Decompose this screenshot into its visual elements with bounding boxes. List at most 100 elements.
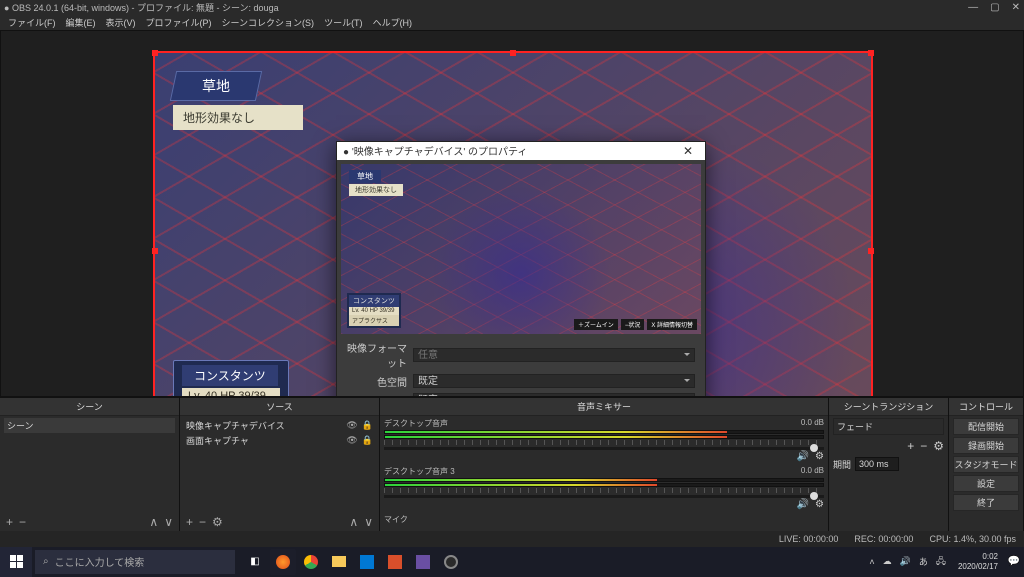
status-live: LIVE: 00:00:00: [779, 534, 839, 544]
transitions-header: シーントランジション: [829, 398, 948, 416]
menu-profile[interactable]: プロファイル(P): [144, 16, 214, 29]
video-format-label: 映像フォーマット: [347, 340, 407, 370]
clock[interactable]: 0:022020/02/17: [952, 552, 1004, 572]
add-scene-icon[interactable]: +: [4, 515, 15, 529]
color-range-label: 色範囲: [347, 393, 407, 398]
ime-icon[interactable]: あ: [919, 555, 928, 568]
speaker-icon[interactable]: 🔊: [797, 499, 809, 510]
add-source-icon[interactable]: +: [184, 515, 195, 529]
dialog-logo-icon: ●: [343, 147, 349, 158]
volume-slider[interactable]: [384, 495, 824, 498]
app-icon[interactable]: [410, 549, 436, 575]
menubar: ファイル(F) 編集(E) 表示(V) プロファイル(P) シーンコレクション(…: [0, 16, 1024, 30]
volume-slider[interactable]: [384, 447, 824, 450]
char-stats: Lv. 40 HP 39/39: [182, 388, 280, 398]
mixer-track: デスクトップ音声 30.0 dB 🔊⚙: [384, 466, 824, 510]
network-icon[interactable]: 🖧: [936, 554, 946, 570]
tray-up-icon[interactable]: ˄: [869, 557, 874, 567]
status-rec: REC: 00:00:00: [854, 534, 913, 544]
studio-mode-button[interactable]: スタジオモード: [953, 456, 1019, 473]
controls-panel: コントロール 配信開始 録画開始 スタジオモード 設定 終了: [949, 398, 1024, 531]
preview-area[interactable]: 草地 地形効果なし コンスタンツ Lv. 40 HP 39/39 アプラクサス …: [0, 30, 1024, 398]
audio-meter: [384, 430, 824, 434]
obs-icon[interactable]: [438, 549, 464, 575]
search-box[interactable]: ⌕ここに入力して検索: [35, 550, 235, 574]
close-icon[interactable]: ✕: [1012, 2, 1020, 13]
taskbar: ⌕ここに入力して検索 ◧ ˄ ☁ 🔊 あ 🖧 0:022020/02/17 💬: [0, 547, 1024, 577]
dialog-close-icon[interactable]: ✕: [677, 144, 699, 158]
transitions-panel: シーントランジション フェード +−⚙ 期間 300 ms: [829, 398, 949, 531]
store-icon[interactable]: [354, 549, 380, 575]
eye-icon[interactable]: 👁: [346, 435, 357, 446]
remove-transition-icon[interactable]: −: [920, 439, 927, 453]
start-button[interactable]: [0, 547, 32, 577]
video-format-select[interactable]: 任意: [413, 348, 695, 362]
minimize-icon[interactable]: —: [968, 2, 978, 13]
eye-icon[interactable]: 👁: [346, 420, 357, 431]
window-title: OBS 24.0.1 (64-bit, windows) - プロファイル: 無…: [12, 1, 968, 14]
settings-button[interactable]: 設定: [953, 475, 1019, 492]
gear-icon[interactable]: ⚙: [815, 451, 824, 462]
obs-logo-icon: ●: [4, 3, 9, 13]
character-card: コンスタンツ Lv. 40 HP 39/39 アプラクサス: [173, 360, 289, 398]
dialog-title: '映像キャプチャデバイス' のプロパティ: [352, 147, 528, 158]
scene-item[interactable]: シーン: [4, 418, 175, 433]
mixer-track: デスクトップ音声0.0 dB 🔊⚙: [384, 418, 824, 462]
mixer-header: 音声ミキサー: [380, 398, 828, 416]
properties-dialog: ● '映像キャプチャデバイス' のプロパティ ✕ 草地 地形効果なし コンスタン…: [336, 141, 706, 398]
scene-down-icon[interactable]: ∨: [162, 515, 175, 529]
sources-panel: ソース 映像キャプチャデバイス👁🔒 画面キャプチャ👁🔒 +−⚙∧∨: [180, 398, 380, 531]
transition-settings-icon[interactable]: ⚙: [933, 439, 944, 453]
menu-view[interactable]: 表示(V): [104, 16, 138, 29]
menu-help[interactable]: ヘルプ(H): [371, 16, 415, 29]
source-item[interactable]: 映像キャプチャデバイス👁🔒: [184, 418, 375, 433]
duration-label: 期間: [833, 458, 851, 471]
dialog-preview: 草地 地形効果なし コンスタンツ Lv. 40 HP 39/39 アプラクサス …: [341, 164, 701, 334]
audio-meter: [384, 478, 824, 482]
menu-tools[interactable]: ツール(T): [322, 16, 365, 29]
speaker-icon[interactable]: 🔊: [797, 451, 809, 462]
firefox-icon[interactable]: [270, 549, 296, 575]
lock-icon[interactable]: 🔒: [362, 435, 373, 446]
lock-icon[interactable]: 🔒: [362, 420, 373, 431]
start-stream-button[interactable]: 配信開始: [953, 418, 1019, 435]
menu-scenecol[interactable]: シーンコレクション(S): [220, 16, 317, 29]
menu-file[interactable]: ファイル(F): [6, 16, 58, 29]
duration-input[interactable]: 300 ms: [855, 457, 899, 471]
menu-edit[interactable]: 編集(E): [64, 16, 98, 29]
titlebar: ● OBS 24.0.1 (64-bit, windows) - プロファイル:…: [0, 0, 1024, 16]
notification-icon[interactable]: 💬: [1004, 556, 1024, 567]
terrain-label: 草地: [202, 76, 230, 96]
color-range-select[interactable]: 既定: [413, 393, 695, 397]
source-up-icon[interactable]: ∧: [347, 515, 360, 529]
chrome-icon[interactable]: [298, 549, 324, 575]
source-settings-icon[interactable]: ⚙: [210, 515, 225, 529]
windows-icon: [10, 555, 23, 568]
color-space-select[interactable]: 既定: [413, 374, 695, 388]
start-record-button[interactable]: 録画開始: [953, 437, 1019, 454]
mixer-panel: 音声ミキサー デスクトップ音声0.0 dB 🔊⚙ デスクトップ音声 30.0 d…: [380, 398, 829, 531]
sources-header: ソース: [180, 398, 379, 416]
mixer-track: マイク: [384, 514, 824, 525]
terrain-desc: 地形効果なし: [173, 105, 303, 130]
transition-select[interactable]: フェード: [833, 418, 944, 435]
gear-icon[interactable]: ⚙: [815, 499, 824, 510]
color-space-label: 色空間: [347, 374, 407, 389]
exit-button[interactable]: 終了: [953, 494, 1019, 511]
app-icon[interactable]: [382, 549, 408, 575]
source-down-icon[interactable]: ∨: [362, 515, 375, 529]
char-name: コンスタンツ: [182, 365, 278, 386]
volume-icon[interactable]: 🔊: [900, 556, 911, 567]
status-cpu: CPU: 1.4%, 30.00 fps: [929, 534, 1016, 544]
source-item[interactable]: 画面キャプチャ👁🔒: [184, 433, 375, 448]
scene-up-icon[interactable]: ∧: [147, 515, 160, 529]
remove-scene-icon[interactable]: −: [17, 515, 28, 529]
explorer-icon[interactable]: [326, 549, 352, 575]
terrain-panel: 草地 地形効果なし: [173, 71, 303, 130]
taskview-icon[interactable]: ◧: [242, 549, 268, 575]
onedrive-icon[interactable]: ☁: [883, 556, 892, 567]
add-transition-icon[interactable]: +: [907, 439, 914, 453]
remove-source-icon[interactable]: −: [197, 515, 208, 529]
maximize-icon[interactable]: ▢: [990, 2, 999, 13]
scenes-panel: シーン シーン +−∧∨: [0, 398, 180, 531]
